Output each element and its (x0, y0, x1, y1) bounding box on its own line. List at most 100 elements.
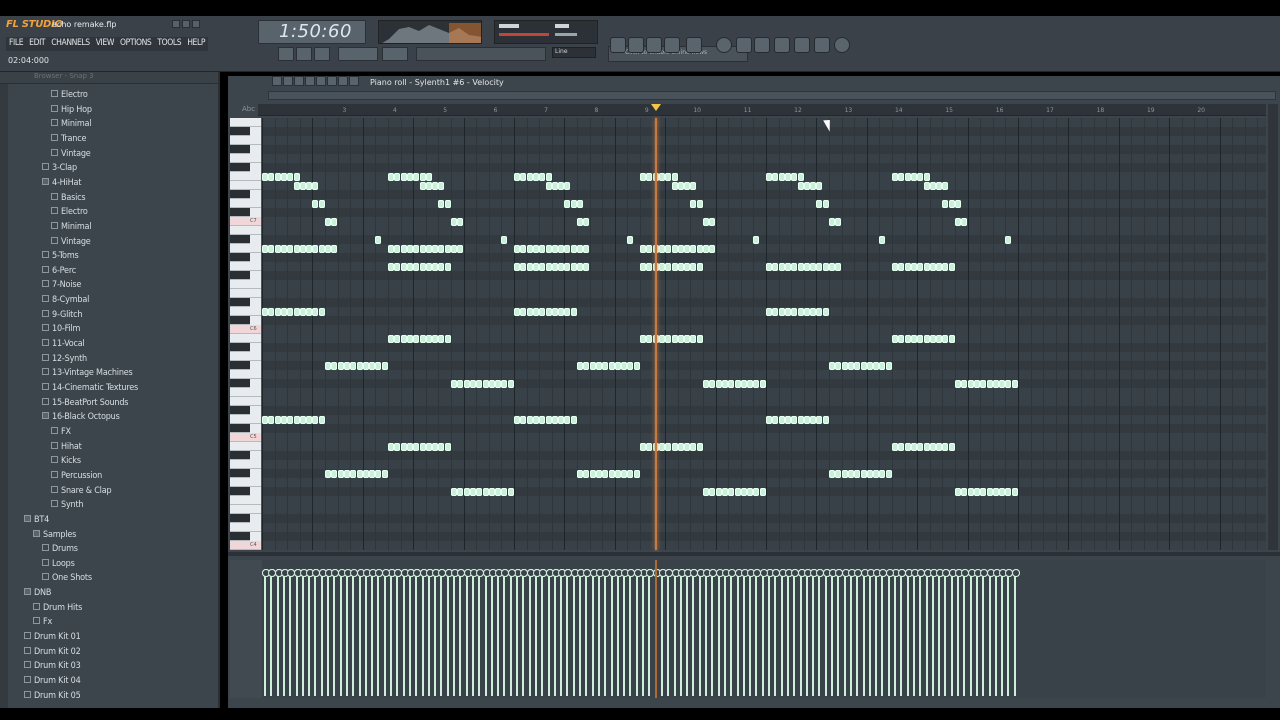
note[interactable] (488, 487, 495, 496)
note[interactable] (646, 172, 653, 181)
note[interactable] (640, 262, 646, 271)
browser-item[interactable]: 12-Synth (42, 353, 87, 368)
note[interactable] (684, 262, 691, 271)
velocity-bar[interactable] (551, 569, 560, 696)
cpu-icon[interactable] (716, 37, 732, 53)
note[interactable] (444, 334, 451, 343)
note[interactable] (721, 487, 728, 496)
piano-roll-icon[interactable] (646, 37, 662, 53)
note[interactable] (419, 172, 426, 181)
note[interactable] (973, 379, 980, 388)
velocity-bar[interactable] (766, 569, 774, 696)
note[interactable] (558, 307, 565, 316)
note[interactable] (280, 307, 287, 316)
event-selector[interactable] (230, 560, 262, 698)
note[interactable] (885, 361, 892, 370)
note[interactable] (948, 334, 955, 343)
velocity-bar[interactable] (955, 569, 963, 696)
browser-item[interactable]: FX (51, 426, 71, 441)
note[interactable] (413, 334, 420, 343)
note[interactable] (444, 199, 451, 208)
note[interactable] (268, 244, 275, 253)
note[interactable] (684, 181, 691, 190)
velocity-bar[interactable] (658, 569, 667, 696)
note[interactable] (406, 262, 413, 271)
velocity-bar[interactable] (343, 569, 352, 696)
note[interactable] (929, 181, 936, 190)
note[interactable] (299, 244, 306, 253)
black-key[interactable] (230, 316, 250, 325)
note[interactable] (810, 415, 817, 424)
velocity-bar[interactable] (400, 569, 409, 696)
note[interactable] (665, 334, 672, 343)
browser-item[interactable]: Minimal (51, 119, 92, 133)
note[interactable] (961, 217, 968, 226)
note[interactable] (841, 469, 848, 478)
note[interactable] (955, 199, 961, 208)
note[interactable] (520, 262, 527, 271)
note[interactable] (709, 379, 716, 388)
velocity-bar[interactable] (583, 569, 592, 696)
browser-item[interactable]: Fx (33, 617, 52, 631)
note[interactable] (835, 262, 842, 271)
velocity-bar[interactable] (640, 569, 648, 696)
white-key[interactable] (230, 199, 261, 208)
note[interactable] (791, 172, 798, 181)
velocity-bar[interactable] (356, 569, 365, 696)
white-key[interactable]: C7 (230, 217, 261, 226)
note[interactable] (684, 244, 691, 253)
browser-item[interactable]: Samples (33, 529, 76, 544)
note[interactable] (507, 379, 514, 388)
recording-options[interactable] (416, 47, 546, 61)
white-key[interactable] (230, 244, 261, 253)
note[interactable] (910, 262, 917, 271)
note[interactable] (835, 361, 842, 370)
white-key[interactable]: C5 (230, 433, 261, 442)
note[interactable] (992, 487, 999, 496)
browser-item[interactable]: Drums (42, 544, 78, 558)
black-key[interactable] (230, 532, 250, 541)
note[interactable] (287, 244, 294, 253)
maximize-icon[interactable] (182, 20, 190, 28)
note-grid[interactable] (262, 118, 1266, 550)
note[interactable] (306, 244, 313, 253)
note[interactable] (337, 361, 344, 370)
note[interactable] (306, 415, 313, 424)
note[interactable] (501, 379, 508, 388)
white-key[interactable] (230, 307, 261, 316)
browser-item[interactable]: Vintage (51, 148, 91, 163)
note[interactable] (514, 172, 520, 181)
velocity-bar[interactable] (369, 569, 378, 696)
velocity-bar[interactable] (835, 569, 844, 696)
note[interactable] (677, 244, 684, 253)
note[interactable] (696, 442, 703, 451)
velocity-bar[interactable] (822, 569, 831, 696)
velocity-bar[interactable] (577, 569, 585, 696)
plugin-icon[interactable] (754, 37, 770, 53)
velocity-bar[interactable] (740, 569, 749, 696)
note[interactable] (898, 262, 905, 271)
note[interactable] (772, 307, 779, 316)
note[interactable] (469, 379, 476, 388)
velocity-bar[interactable] (646, 569, 655, 696)
note[interactable] (495, 487, 502, 496)
note[interactable] (325, 244, 331, 253)
white-key[interactable] (230, 496, 261, 505)
velocity-bar[interactable] (262, 569, 270, 696)
note[interactable] (671, 244, 678, 253)
note[interactable] (917, 334, 924, 343)
white-key[interactable] (230, 262, 261, 271)
velocity-bar[interactable] (696, 569, 705, 696)
velocity-bar[interactable] (432, 569, 441, 696)
white-key[interactable] (230, 370, 261, 379)
note[interactable] (703, 487, 709, 496)
note[interactable] (343, 361, 350, 370)
note[interactable] (293, 244, 300, 253)
white-key[interactable] (230, 280, 261, 289)
note[interactable] (287, 307, 294, 316)
note[interactable] (810, 181, 817, 190)
note[interactable] (640, 442, 646, 451)
browser-item[interactable]: Percussion (51, 470, 102, 485)
velocity-bar[interactable] (495, 569, 504, 696)
note[interactable] (898, 172, 905, 181)
